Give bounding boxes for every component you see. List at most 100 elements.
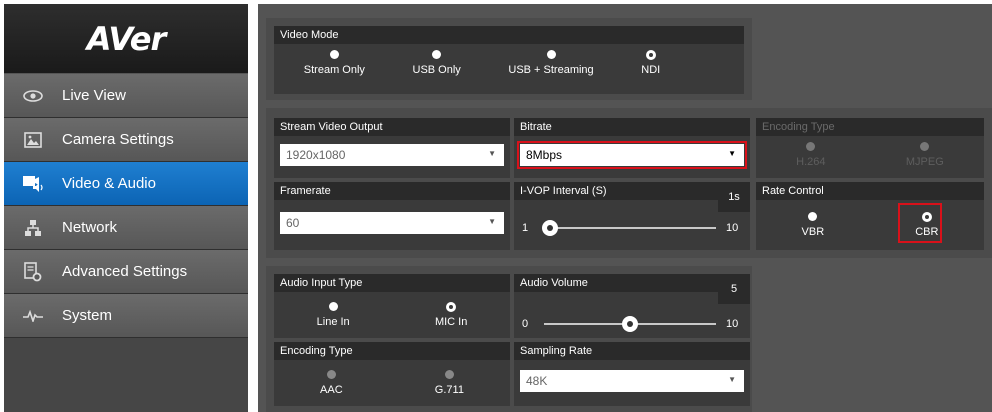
video-mode-title: Video Mode <box>274 26 744 44</box>
audio-encoding-options: AAC G.711 <box>274 360 510 396</box>
radio-label: Line In <box>316 316 350 328</box>
radio-selected-ring <box>645 50 656 60</box>
radio-usb-only[interactable]: USB Only <box>413 50 461 76</box>
radio-label: Stream Only <box>303 64 365 76</box>
radio-label: VBR <box>801 226 825 238</box>
radio-label: USB + Streaming <box>508 64 594 76</box>
radio-ndi[interactable]: NDI <box>641 50 660 76</box>
sampling-rate-select[interactable]: 48K ▼ <box>520 370 744 392</box>
video-encoding-type-title: Encoding Type <box>756 118 984 136</box>
image-icon <box>4 131 62 148</box>
audio-volume-value: 5 <box>718 274 750 304</box>
sampling-rate-section: Sampling Rate 48K ▼ <box>514 342 750 406</box>
video-mode-section: Video Mode Stream Only USB Only USB + St… <box>274 26 744 94</box>
ivop-slider-track[interactable] <box>542 220 716 236</box>
chevron-down-icon: ▼ <box>728 375 736 384</box>
sidebar-item-camera-settings[interactable]: Camera Settings <box>4 118 248 162</box>
radio-dot <box>808 212 818 221</box>
radio-line-in[interactable]: Line In <box>317 302 350 328</box>
radio-label: G.711 <box>434 384 464 396</box>
cbr-highlight <box>898 203 942 243</box>
radio-label: USB Only <box>412 64 461 76</box>
eye-icon <box>4 89 62 102</box>
sidebar-item-system[interactable]: System <box>4 294 248 338</box>
video-encoding-options: H.264 MJPEG <box>756 136 984 168</box>
rate-control-options: VBR CBR <box>756 200 984 238</box>
ivop-interval-section: I-VOP Interval (S) 1s 1 10 <box>514 182 750 250</box>
audio-encoding-type-title: Encoding Type <box>274 342 510 360</box>
radio-dot <box>432 50 442 59</box>
aver-logo: AVer <box>86 19 167 58</box>
select-value: 1920x1080 <box>286 148 346 162</box>
radio-dot <box>328 302 338 311</box>
audio-volume-slider-row: 0 10 <box>522 316 742 332</box>
radio-label: MJPEG <box>905 156 944 168</box>
video-mode-panel: Video Mode Stream Only USB Only USB + St… <box>266 18 752 100</box>
stream-video-output-title: Stream Video Output <box>274 118 510 136</box>
video-audio-icon <box>4 175 62 193</box>
chevron-down-icon: ▼ <box>488 149 496 158</box>
rate-control-section: Rate Control VBR CBR <box>756 182 984 250</box>
sidebar-item-label: Advanced Settings <box>62 263 188 280</box>
radio-usb-streaming[interactable]: USB + Streaming <box>508 50 594 76</box>
video-settings-panel: Stream Video Output 1920x1080 ▼ Bitrate … <box>266 108 992 258</box>
network-icon <box>4 219 62 237</box>
select-value: 48K <box>526 374 548 388</box>
radio-dot <box>329 50 339 59</box>
radio-g711[interactable]: G.711 <box>435 370 464 396</box>
sidebar-item-label: Camera Settings <box>62 131 174 148</box>
ivop-interval-value: 1s <box>718 182 750 212</box>
radio-mic-in[interactable]: MIC In <box>435 302 467 328</box>
radio-h264[interactable]: H.264 <box>796 142 826 168</box>
sidebar-item-label: System <box>62 307 113 324</box>
slider-min-label: 0 <box>522 318 529 330</box>
framerate-title: Framerate <box>274 182 510 200</box>
audio-volume-slider-handle[interactable] <box>622 316 638 332</box>
bitrate-section: Bitrate 8Mbps ▼ <box>514 118 750 178</box>
pulse-icon <box>4 309 62 322</box>
audio-volume-title: Audio Volume <box>514 274 750 292</box>
audio-settings-panel: Audio Input Type Line In MIC In Audio Vo… <box>266 266 752 412</box>
video-encoding-type-section: Encoding Type H.264 MJPEG <box>756 118 984 178</box>
sidebar-item-label: Video & Audio <box>62 175 156 192</box>
audio-encoding-type-section: Encoding Type AAC G.711 <box>274 342 510 406</box>
bitrate-highlight <box>517 141 747 169</box>
select-value: 60 <box>286 216 300 230</box>
slider-max-label: 10 <box>726 222 739 234</box>
sidebar-item-video-audio[interactable]: Video & Audio <box>4 162 248 206</box>
radio-label: NDI <box>641 64 661 76</box>
audio-input-options: Line In MIC In <box>274 292 510 328</box>
framerate-section: Framerate 60 ▼ <box>274 182 510 250</box>
sampling-rate-title: Sampling Rate <box>514 342 750 360</box>
chevron-down-icon: ▼ <box>488 217 496 226</box>
audio-input-type-section: Audio Input Type Line In MIC In <box>274 274 510 338</box>
sidebar-item-network[interactable]: Network <box>4 206 248 250</box>
radio-dot <box>326 370 336 379</box>
radio-selected-ring <box>446 302 457 312</box>
radio-label: MIC In <box>434 316 468 328</box>
logo-area: AVer <box>4 4 248 74</box>
radio-label: AAC <box>320 384 343 396</box>
stream-video-output-section: Stream Video Output 1920x1080 ▼ <box>274 118 510 178</box>
radio-stream-only[interactable]: Stream Only <box>304 50 365 76</box>
ivop-slider-row: 1 10 <box>522 220 742 236</box>
video-mode-options: Stream Only USB Only USB + Streaming NDI <box>274 44 744 76</box>
radio-mjpeg[interactable]: MJPEG <box>906 142 944 168</box>
sidebar-item-label: Live View <box>62 87 126 104</box>
framerate-select[interactable]: 60 ▼ <box>280 212 504 234</box>
audio-volume-section: Audio Volume 5 0 10 <box>514 274 750 338</box>
ivop-slider-handle[interactable] <box>542 220 558 236</box>
bitrate-title: Bitrate <box>514 118 750 136</box>
sidebar-item-advanced-settings[interactable]: Advanced Settings <box>4 250 248 294</box>
settings-doc-icon <box>4 261 62 282</box>
sidebar-item-live-view[interactable]: Live View <box>4 74 248 118</box>
radio-dot <box>444 370 454 379</box>
audio-input-type-title: Audio Input Type <box>274 274 510 292</box>
audio-volume-slider-track[interactable] <box>544 316 716 332</box>
radio-aac[interactable]: AAC <box>320 370 343 396</box>
radio-dot <box>806 142 816 151</box>
stream-video-output-select[interactable]: 1920x1080 ▼ <box>280 144 504 166</box>
radio-label: H.264 <box>796 156 826 168</box>
rate-control-title: Rate Control <box>756 182 984 200</box>
radio-vbr[interactable]: VBR <box>801 212 825 238</box>
